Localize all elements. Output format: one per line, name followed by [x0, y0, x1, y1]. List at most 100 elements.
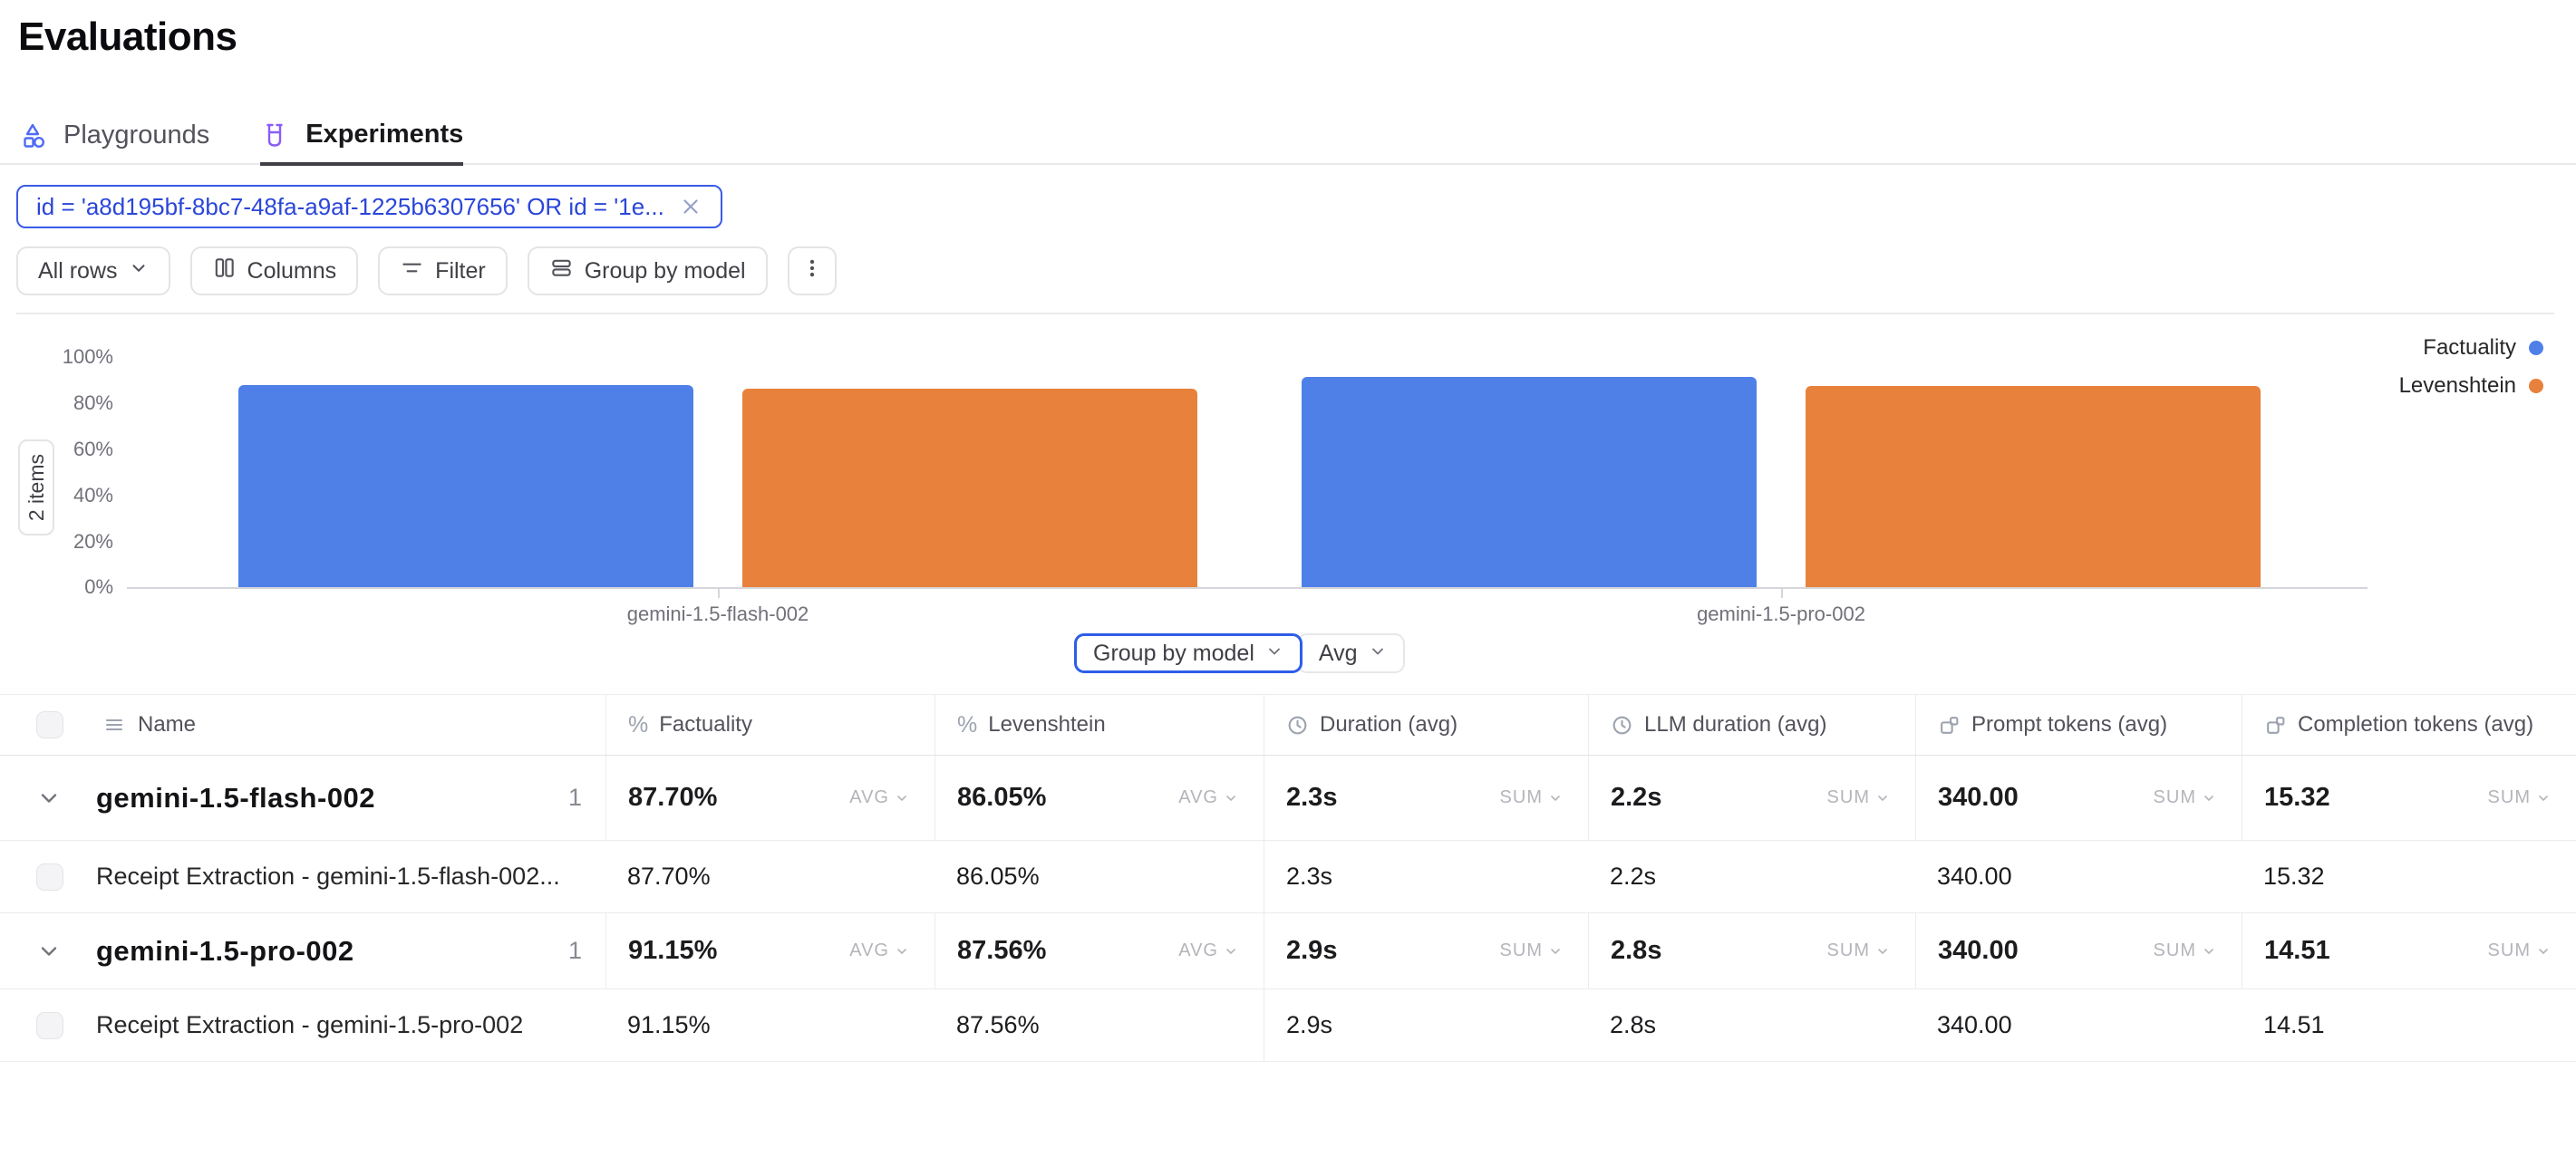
row-name[interactable]: gemini-1.5-flash-002: [96, 782, 375, 815]
agg-selector[interactable]: SUM: [1827, 787, 1890, 808]
cell-completion-tokens: 15.32: [2263, 863, 2325, 891]
chevron-down-icon: [129, 258, 149, 285]
chart-controls: Group by model Avg: [1074, 633, 1405, 673]
cell-duration: 2.9s: [1286, 1011, 1332, 1039]
header-levenshtein[interactable]: % Levenshtein: [935, 695, 1264, 755]
chevron-down-icon[interactable]: [36, 939, 62, 964]
agg-selector[interactable]: SUM: [2488, 787, 2551, 808]
experiments-table: Name % Factuality % Levenshtein Duration…: [0, 694, 2576, 1062]
header-completion-tokens[interactable]: Completion tokens (avg): [2242, 695, 2576, 755]
beaker-icon: [260, 121, 289, 149]
all-rows-label: All rows: [38, 258, 118, 285]
filter-chip[interactable]: id = 'a8d195bf-8bc7-48fa-a9af-1225b63076…: [16, 185, 722, 228]
cell-llm-duration: 2.2s: [1611, 783, 1661, 813]
row-checkbox[interactable]: [36, 1012, 63, 1039]
menu-icon: [103, 714, 125, 736]
cell-levenshtein: 86.05%: [956, 863, 1040, 891]
agg-selector[interactable]: SUM: [1500, 940, 1563, 961]
tokens-icon: [1938, 714, 1961, 737]
bar-levenshtein-gemini-1.5-pro-002[interactable]: [1806, 386, 2261, 587]
agg-selector[interactable]: SUM: [2488, 940, 2551, 961]
header-label: Factuality: [659, 712, 752, 738]
agg-selector[interactable]: AVG: [1178, 940, 1238, 961]
cell-llm-duration: 2.8s: [1610, 1011, 1656, 1039]
table-row-group-pro[interactable]: gemini-1.5-pro-002 1 91.15% AVG 87.56% A…: [0, 913, 2576, 989]
aggregation-select-label: Avg: [1319, 641, 1358, 667]
select-all-checkbox[interactable]: [36, 711, 63, 738]
header-llm-duration[interactable]: LLM duration (avg): [1588, 695, 1915, 755]
row-checkbox[interactable]: [36, 863, 63, 891]
header-label: Completion tokens (avg): [2298, 712, 2533, 738]
row-name[interactable]: Receipt Extraction - gemini-1.5-pro-002: [96, 1011, 523, 1039]
legend-item-factuality[interactable]: Factuality: [2423, 335, 2543, 361]
header-label: Name: [138, 712, 196, 738]
bar-factuality-gemini-1.5-pro-002[interactable]: [1302, 377, 1757, 587]
cell-duration: 2.9s: [1286, 936, 1337, 966]
agg-selector[interactable]: AVG: [849, 940, 909, 961]
agg-selector[interactable]: SUM: [2154, 787, 2216, 808]
tab-experiments[interactable]: Experiments: [260, 120, 463, 166]
agg-selector[interactable]: AVG: [1178, 787, 1238, 808]
legend-dot: [2529, 379, 2543, 393]
agg-selector[interactable]: SUM: [1827, 940, 1890, 961]
agg-selector[interactable]: SUM: [2154, 940, 2216, 961]
all-rows-dropdown[interactable]: All rows: [16, 246, 170, 295]
x-axis-tick: [718, 589, 720, 598]
tokens-icon: [2264, 714, 2287, 737]
x-axis-tick: [1781, 589, 1783, 598]
bar-levenshtein-gemini-1.5-flash-002[interactable]: [742, 389, 1197, 587]
header-prompt-tokens[interactable]: Prompt tokens (avg): [1915, 695, 2242, 755]
filter-chip-row: id = 'a8d195bf-8bc7-48fa-a9af-1225b63076…: [16, 185, 722, 228]
chevron-down-icon[interactable]: [36, 786, 62, 811]
scores-bar-chart: 2 items 100% 80% 60% 40% 20% 0% gemini-1…: [0, 324, 2576, 634]
header-factuality[interactable]: % Factuality: [605, 695, 935, 755]
y-axis-tick: 80%: [0, 393, 113, 413]
x-axis-line: [127, 587, 2368, 589]
cell-prompt-tokens: 340.00: [1938, 783, 2019, 813]
agg-selector[interactable]: AVG: [849, 787, 909, 808]
row-count: 1: [568, 784, 582, 812]
aggregation-select[interactable]: Avg: [1297, 633, 1405, 673]
header-duration[interactable]: Duration (avg): [1264, 695, 1588, 755]
filter-icon: [400, 256, 424, 286]
row-name[interactable]: gemini-1.5-pro-002: [96, 935, 354, 968]
cell-factuality: 91.15%: [627, 1011, 711, 1039]
filter-chip-text: id = 'a8d195bf-8bc7-48fa-a9af-1225b63076…: [36, 193, 664, 221]
group-by-select-label: Group by model: [1093, 641, 1254, 667]
cell-duration: 2.3s: [1286, 863, 1332, 891]
table-row-experiment-flash[interactable]: Receipt Extraction - gemini-1.5-flash-00…: [0, 841, 2576, 913]
clock-icon: [1611, 714, 1633, 737]
bar-factuality-gemini-1.5-flash-002[interactable]: [238, 385, 693, 587]
cell-completion-tokens: 14.51: [2264, 936, 2330, 966]
filter-button[interactable]: Filter: [378, 246, 508, 295]
group-by-model-button[interactable]: Group by model: [528, 246, 768, 295]
row-count: 1: [568, 937, 582, 965]
table-toolbar: All rows Columns Filter Group by model: [16, 246, 837, 295]
legend-item-levenshtein[interactable]: Levenshtein: [2399, 373, 2543, 399]
header-name[interactable]: Name: [91, 695, 605, 755]
row-name[interactable]: Receipt Extraction - gemini-1.5-flash-00…: [96, 863, 560, 891]
y-axis-tick: 20%: [0, 532, 113, 552]
group-by-model-select[interactable]: Group by model: [1074, 633, 1303, 673]
table-row-experiment-pro[interactable]: Receipt Extraction - gemini-1.5-pro-002 …: [0, 989, 2576, 1062]
cell-factuality: 87.70%: [628, 783, 717, 813]
x-axis-label: gemini-1.5-flash-002: [627, 603, 809, 626]
columns-button[interactable]: Columns: [190, 246, 359, 295]
agg-selector[interactable]: SUM: [1500, 787, 1563, 808]
clock-icon: [1286, 714, 1309, 737]
tab-experiments-label: Experiments: [305, 120, 463, 149]
table-row-group-flash[interactable]: gemini-1.5-flash-002 1 87.70% AVG 86.05%…: [0, 756, 2576, 841]
close-icon[interactable]: [679, 195, 702, 218]
tab-playgrounds[interactable]: Playgrounds: [18, 121, 209, 163]
y-axis-tick: 0%: [0, 577, 113, 597]
cell-levenshtein: 87.56%: [957, 936, 1046, 966]
divider: [16, 313, 2554, 314]
percent-icon: %: [957, 712, 977, 738]
header-label: Prompt tokens (avg): [1971, 712, 2167, 738]
tab-playgrounds-label: Playgrounds: [63, 121, 209, 150]
shapes-icon: [18, 121, 47, 150]
legend-label: Factuality: [2423, 335, 2516, 361]
cell-factuality: 87.70%: [627, 863, 711, 891]
header-label: Levenshtein: [988, 712, 1105, 738]
more-options-button[interactable]: [788, 246, 837, 295]
